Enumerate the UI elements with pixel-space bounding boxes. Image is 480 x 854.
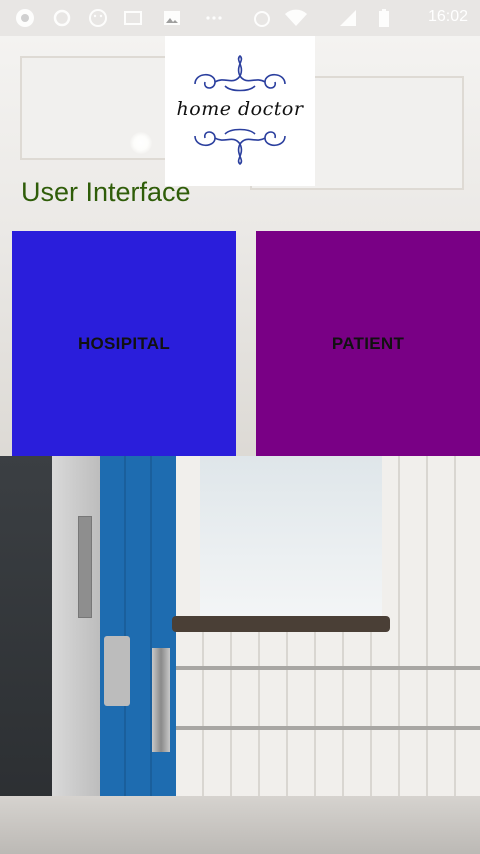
alarm-icon (254, 11, 270, 27)
patient-button[interactable]: PATIENT (256, 231, 480, 456)
signal-icon (340, 10, 356, 26)
page-title: User Interface (21, 177, 191, 207)
logo-text: home doctor (176, 98, 304, 120)
trash-bin (152, 648, 170, 752)
status-bar: 16:02 (0, 0, 480, 36)
counter-top (172, 616, 390, 632)
hospital-button-label: HOSIPITAL (77, 333, 171, 353)
counter-stripe (176, 666, 480, 670)
hospital-button[interactable]: HOSIPITAL (12, 231, 236, 456)
counter-stripe (176, 726, 480, 730)
chrome-icon (16, 9, 34, 27)
patient-button-label: PATIENT (331, 333, 405, 353)
more-icon (206, 16, 222, 20)
face-icon (89, 9, 107, 27)
elevator-frame (52, 456, 100, 854)
gallery-icon (124, 11, 142, 25)
floor (0, 796, 480, 854)
image-icon (164, 11, 180, 25)
status-time: 16:02 (427, 8, 468, 25)
battery-icon (379, 9, 389, 27)
elevator-panel (78, 516, 92, 618)
app-logo: home doctor (165, 36, 315, 186)
wifi-icon (285, 9, 307, 26)
ceiling-light (130, 132, 152, 154)
reception-window (200, 456, 382, 616)
circle-icon (53, 9, 71, 27)
water-fountain (104, 636, 130, 706)
